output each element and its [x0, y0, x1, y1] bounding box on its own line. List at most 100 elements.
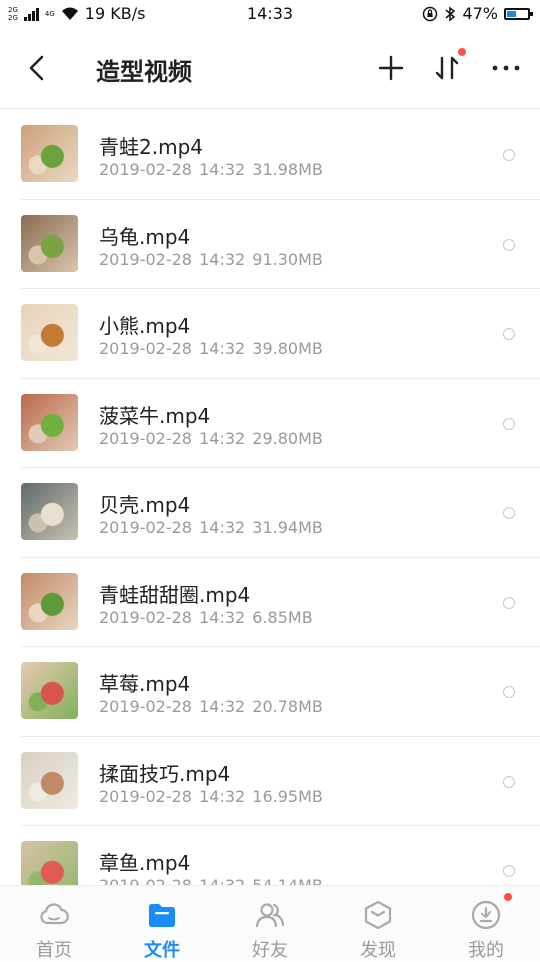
tab-friends[interactable]: 好友	[216, 886, 324, 961]
select-radio[interactable]	[503, 328, 515, 340]
file-list: 青蛙2.mp4 2019-02-28 14:32 31.98MB 乌龟.mp4 201…	[0, 110, 540, 885]
file-row[interactable]: 章鱼.mp42019-02-28 14:32 54.14MB	[0, 826, 540, 885]
profile-icon	[471, 900, 501, 930]
tab-label: 好友	[252, 940, 288, 961]
file-date: 2019-02-28	[99, 876, 192, 885]
folder-icon	[149, 904, 175, 927]
file-name: 青蛙2.mp4	[99, 135, 203, 159]
file-meta: 2019-02-28 14:32 31.98MB	[99, 160, 323, 179]
file-time: 14:32	[199, 428, 246, 448]
file-date: 2019-02-28	[99, 339, 192, 358]
video-thumbnail	[21, 304, 78, 361]
select-radio[interactable]	[503, 686, 515, 698]
tab-profile[interactable]: 我的	[432, 886, 540, 961]
video-thumbnail	[21, 662, 78, 719]
file-size: 20.78MB	[252, 697, 323, 716]
page-title: 造型视频	[96, 58, 192, 86]
file-time: 14:32	[199, 339, 246, 358]
video-thumbnail	[21, 483, 78, 540]
video-thumbnail	[21, 572, 78, 630]
file-row[interactable]: 青蛙甜甜圈.mp4 2019-02-28 14:32 6.85MB	[0, 558, 540, 647]
plus-icon	[378, 55, 404, 81]
file-time: 14:32	[199, 160, 246, 179]
tab-files[interactable]: 文件	[108, 886, 216, 961]
file-name: 乌龟.mp4	[99, 224, 191, 249]
file-time: 14:32	[199, 786, 246, 806]
file-row[interactable]: 菠菜牛.mp4 2019-02-28 14:32 29.80MB	[0, 379, 540, 468]
file-date: 2019-02-28	[99, 249, 192, 269]
file-row[interactable]: 小熊.mp4 2019-02-28 14:32 39.80MB	[0, 289, 540, 379]
file-meta: 2019-02-28 14:32 91.30MB	[99, 250, 323, 269]
file-time: 14:32	[199, 249, 246, 269]
file-size: 31.98MB	[252, 160, 323, 179]
file-size: 31.94MB	[252, 518, 323, 537]
file-name: 小熊.mp4	[99, 314, 191, 338]
file-name: 草莓.mp4	[99, 672, 191, 696]
file-time: 14:32	[199, 697, 246, 716]
chevron-left-icon	[29, 55, 44, 81]
tab-label: 发现	[360, 940, 396, 961]
select-radio[interactable]	[503, 775, 515, 788]
sort-button[interactable]	[428, 48, 468, 88]
file-row[interactable]: 青蛙2.mp4 2019-02-28 14:32 31.98MB	[0, 110, 540, 200]
select-radio[interactable]	[503, 238, 515, 251]
file-meta: 2019-02-28 14:32 31.94MB	[99, 518, 323, 537]
battery-level	[507, 10, 517, 17]
video-thumbnail	[21, 841, 78, 885]
bluetooth-icon	[445, 6, 456, 21]
battery-icon	[504, 7, 533, 20]
add-button[interactable]	[371, 48, 411, 88]
file-row[interactable]: 揉面技巧.mp4 2019-02-28 14:32 16.95MB	[0, 737, 540, 826]
file-meta: 2019-02-28 14:32 6.85MB	[99, 608, 313, 627]
tab-discover[interactable]: 发现	[324, 886, 432, 961]
file-name: 贝壳.mp4	[99, 493, 191, 517]
file-name: 揉面技巧.mp4	[99, 761, 231, 786]
file-name: 章鱼.mp4	[99, 851, 191, 875]
file-name: 青蛙甜甜圈.mp4	[99, 582, 251, 607]
file-meta: 2019-02-28 14:32 54.14MB	[99, 876, 323, 885]
file-size: 54.14MB	[252, 876, 323, 885]
file-date: 2019-02-28	[99, 518, 192, 537]
more-button[interactable]	[486, 48, 526, 88]
select-radio[interactable]	[503, 865, 515, 877]
file-name: 菠菜牛.mp4	[99, 403, 211, 428]
notification-dot	[504, 893, 512, 901]
notification-dot	[458, 48, 466, 56]
select-radio[interactable]	[503, 149, 515, 161]
select-radio[interactable]	[503, 507, 515, 519]
file-row[interactable]: 乌龟.mp4 2019-02-28 14:32 91.30MB	[0, 200, 540, 289]
file-size: 6.85MB	[252, 607, 313, 627]
more-icon	[492, 65, 520, 71]
video-thumbnail	[21, 214, 78, 272]
tab-home[interactable]: 首页	[0, 886, 108, 961]
video-thumbnail	[21, 125, 78, 182]
friends-icon	[255, 903, 285, 928]
select-radio[interactable]	[503, 596, 515, 609]
video-thumbnail	[21, 751, 78, 809]
discover-icon	[364, 900, 392, 930]
tab-label: 首页	[36, 940, 72, 961]
cloud-icon	[40, 903, 69, 925]
tab-label: 我的	[468, 940, 504, 961]
file-meta: 2019-02-28 14:32 20.78MB	[99, 697, 323, 716]
select-radio[interactable]	[503, 417, 515, 430]
file-meta: 2019-02-28 14:32 16.95MB	[99, 787, 323, 806]
status-bar: 2G 2G 4G 19 KB/s 14:33 47%	[0, 0, 540, 30]
status-right: 47%	[422, 4, 533, 23]
battery-percent: 47%	[462, 4, 498, 23]
file-date: 2019-02-28	[99, 160, 192, 179]
bottom-nav: 首页 文件 好友 发现 我的	[0, 885, 540, 961]
file-time: 14:32	[199, 518, 246, 537]
file-size: 16.95MB	[252, 786, 323, 806]
rotation-lock-icon	[423, 6, 438, 21]
file-date: 2019-02-28	[99, 428, 192, 448]
file-date: 2019-02-28	[99, 607, 192, 627]
file-row[interactable]: 草莓.mp4 2019-02-28 14:32 20.78MB	[0, 647, 540, 737]
file-time: 14:32	[199, 607, 246, 627]
tab-label: 文件	[144, 940, 180, 961]
file-date: 2019-02-28	[99, 786, 192, 806]
back-button[interactable]	[20, 50, 56, 86]
file-size: 39.80MB	[252, 339, 323, 358]
file-size: 91.30MB	[252, 249, 323, 269]
file-row[interactable]: 贝壳.mp4 2019-02-28 14:32 31.94MB	[0, 468, 540, 558]
